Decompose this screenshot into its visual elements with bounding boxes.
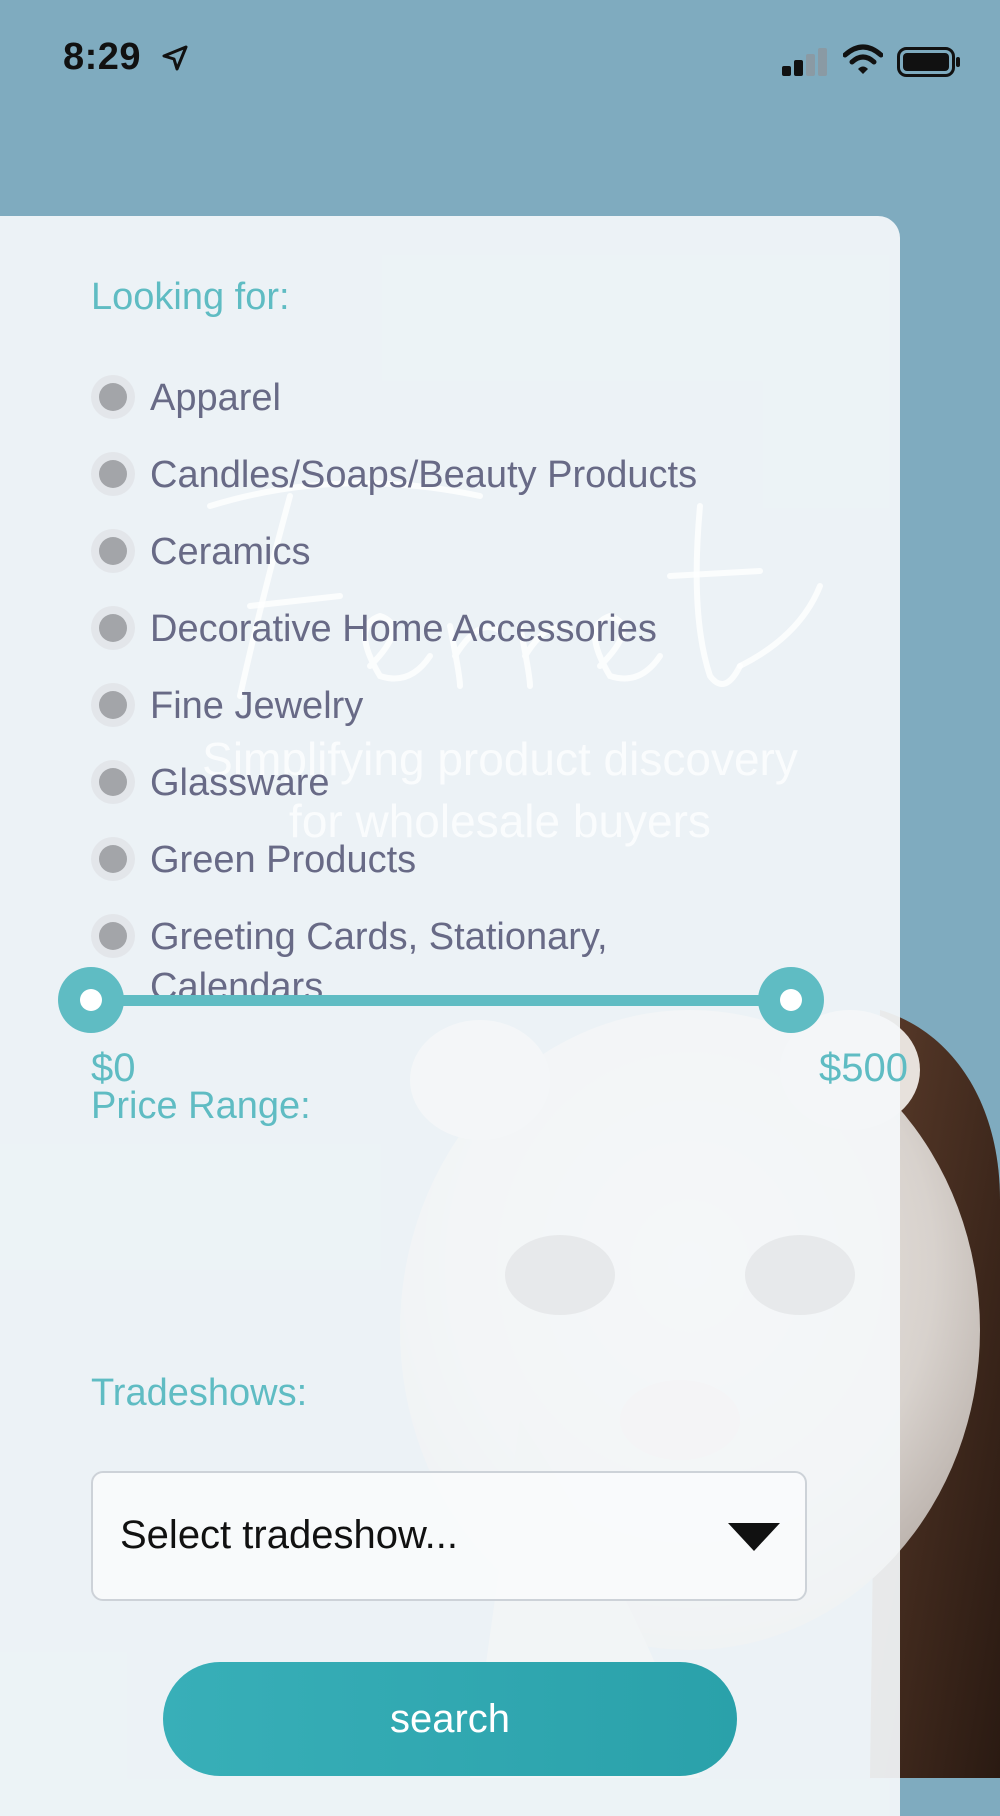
search-button[interactable]: search [163, 1662, 737, 1776]
looking-for-heading: Looking for: [91, 276, 290, 318]
slider-track[interactable] [88, 995, 794, 1006]
price-range-slider[interactable] [58, 967, 824, 1033]
category-label: Glassware [150, 762, 330, 804]
radio-button[interactable] [91, 760, 135, 804]
cellular-signal-icon [782, 48, 827, 76]
price-max-label: $500 [819, 1046, 908, 1090]
status-time: 8:29 [63, 36, 142, 78]
category-label: Candles/Soaps/Beauty Products [150, 454, 698, 496]
category-option-green-products[interactable]: Green Products [91, 835, 770, 885]
radio-button[interactable] [91, 529, 135, 573]
category-label: Green Products [150, 839, 417, 881]
tradeshows-heading: Tradeshows: [91, 1372, 308, 1414]
category-label: Apparel [150, 377, 281, 419]
ferret-logo [207, 480, 823, 699]
radio-button[interactable] [91, 683, 135, 727]
price-range-heading: Price Range: [91, 1085, 311, 1127]
slider-thumb-min[interactable] [58, 967, 124, 1033]
battery-icon [897, 47, 960, 77]
slider-thumb-max[interactable] [758, 967, 824, 1033]
category-option-ceramics[interactable]: Ceramics [91, 527, 770, 577]
status-bar: 8:29 [0, 0, 1000, 120]
radio-button[interactable] [91, 914, 135, 958]
tradeshow-select[interactable]: Select tradeshow... [91, 1471, 807, 1601]
category-option-candles[interactable]: Candles/Soaps/Beauty Products [91, 450, 770, 500]
radio-button[interactable] [91, 606, 135, 650]
location-arrow-icon [162, 45, 188, 71]
wifi-icon [843, 44, 883, 74]
category-option-apparel[interactable]: Apparel [91, 373, 770, 423]
price-min-label: $0 [91, 1046, 136, 1090]
tradeshow-select-value: Select tradeshow... [120, 1513, 458, 1557]
category-label: Decorative Home Accessories [150, 608, 657, 650]
radio-button[interactable] [91, 837, 135, 881]
category-label: Ceramics [150, 531, 311, 573]
dropdown-caret-icon [728, 1523, 780, 1551]
category-option-fine-jewelry[interactable]: Fine Jewelry [91, 681, 770, 731]
category-option-glassware[interactable]: Glassware [91, 758, 770, 808]
category-label: Fine Jewelry [150, 685, 364, 727]
category-option-decorative-home[interactable]: Decorative Home Accessories [91, 604, 770, 654]
radio-button[interactable] [91, 452, 135, 496]
radio-button[interactable] [91, 375, 135, 419]
